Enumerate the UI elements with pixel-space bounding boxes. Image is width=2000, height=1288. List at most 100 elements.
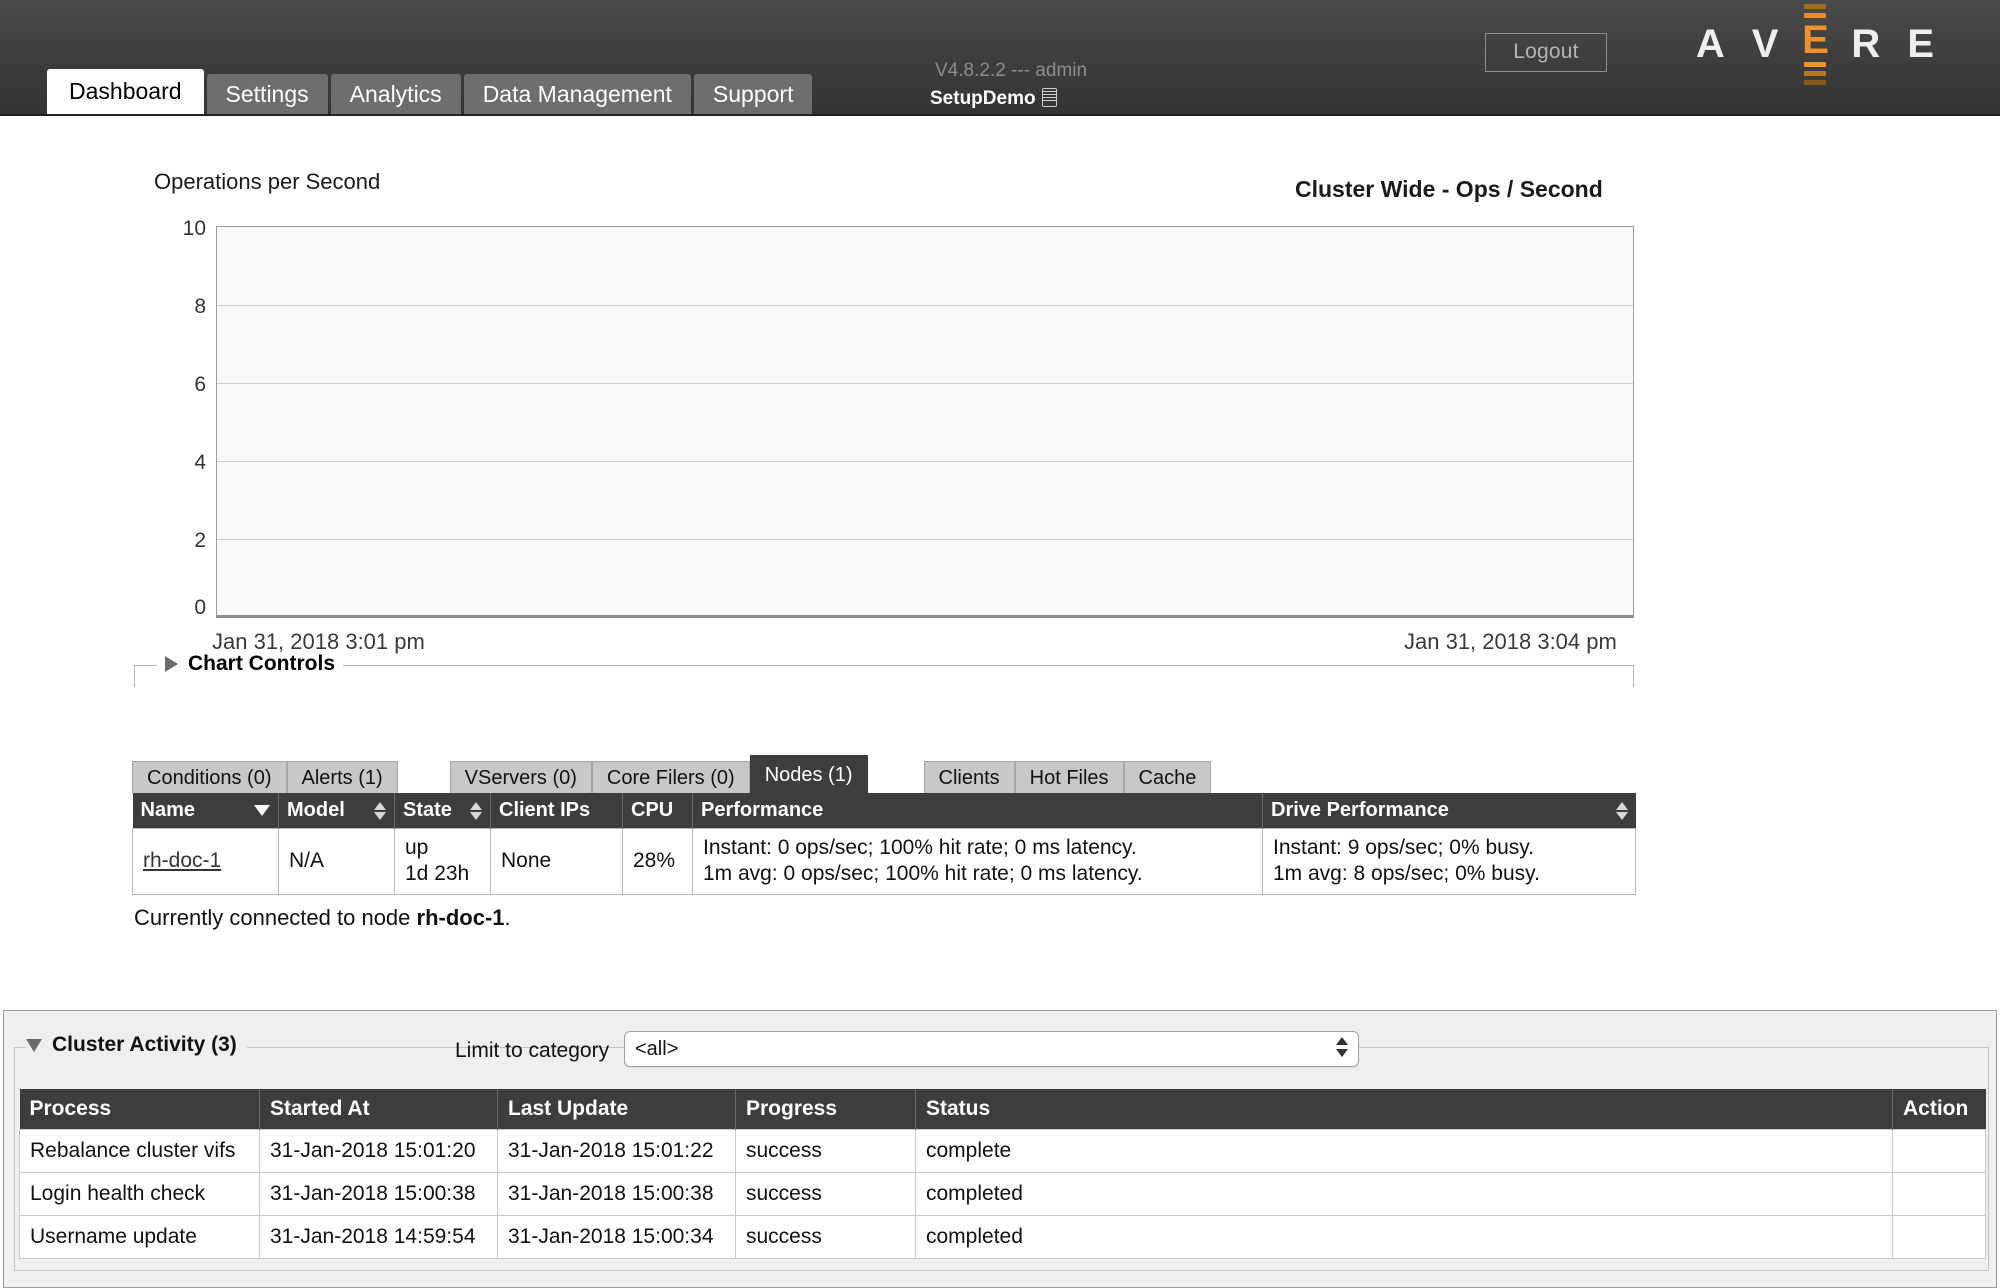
status-tab-strip: Conditions (0) Alerts (1) VServers (0) C…	[132, 755, 1212, 793]
column-header-name[interactable]: Name	[132, 793, 279, 829]
tab-hot-files[interactable]: Hot Files	[1014, 761, 1124, 793]
nav-tab-analytics[interactable]: Analytics	[330, 74, 461, 114]
table-row: Login health check 31-Jan-2018 15:00:38 …	[19, 1172, 1986, 1216]
tab-conditions[interactable]: Conditions (0)	[132, 761, 287, 793]
connected-note-prefix: Currently connected to node	[134, 905, 417, 930]
tab-cache[interactable]: Cache	[1123, 761, 1212, 793]
nav-tab-dashboard[interactable]: Dashboard	[47, 69, 204, 114]
chart-plot-area[interactable]	[216, 226, 1634, 618]
version-and-user: V4.8.2.2 --- admin	[935, 60, 1088, 81]
logo-letter-r: R	[1851, 22, 1882, 66]
logo-bar-4	[1804, 70, 1827, 76]
column-header-cpu[interactable]: CPU	[622, 793, 693, 829]
cell-action[interactable]	[1892, 1129, 1986, 1173]
sort-both-icon	[374, 801, 386, 820]
logo-letter-e2: E	[1907, 22, 1935, 66]
nav-tab-data-management[interactable]: Data Management	[463, 74, 691, 114]
chart-controls-panel: Chart Controls	[134, 652, 1634, 687]
nodes-table: Name Model State Client IPs CPU Performa…	[132, 793, 1636, 895]
cell-progress: success	[735, 1129, 916, 1173]
y-tick-6: 6	[194, 373, 206, 396]
x-axis-end-label: Jan 31, 2018 3:04 pm	[1404, 629, 1617, 654]
app-header: Logout A V E R E V4.8.2.2 --- admin Setu…	[0, 0, 2000, 116]
cell-last-update: 31-Jan-2018 15:01:22	[497, 1129, 736, 1173]
column-header-process[interactable]: Process	[19, 1089, 260, 1130]
chevron-right-icon	[165, 656, 178, 672]
tab-core-filers[interactable]: Core Filers (0)	[591, 761, 750, 793]
table-row: Username update 31-Jan-2018 14:59:54 31-…	[19, 1215, 1986, 1259]
tab-nodes[interactable]: Nodes (1)	[749, 755, 868, 793]
cell-cpu: 28%	[622, 828, 693, 895]
cluster-activity-title: Cluster Activity (3)	[52, 1033, 237, 1056]
column-header-client-ips[interactable]: Client IPs	[490, 793, 623, 829]
column-header-performance[interactable]: Performance	[692, 793, 1263, 829]
cell-last-update: 31-Jan-2018 15:00:34	[497, 1215, 736, 1259]
notes-icon[interactable]	[1041, 88, 1057, 107]
logo-letter-v: V	[1751, 22, 1780, 66]
column-header-action[interactable]: Action	[1892, 1089, 1986, 1130]
connected-note-suffix: .	[504, 905, 511, 930]
category-select-value: <all>	[635, 1038, 679, 1060]
column-header-model[interactable]: Model	[278, 793, 395, 829]
y-tick-2: 2	[194, 529, 206, 552]
nav-tab-settings[interactable]: Settings	[206, 74, 328, 114]
column-header-status[interactable]: Status	[915, 1089, 1893, 1130]
logo-letter-e-accent: E	[1795, 1, 1835, 87]
column-header-last-update[interactable]: Last Update	[497, 1089, 736, 1130]
column-header-state[interactable]: State	[394, 793, 491, 829]
column-header-cpu-label: CPU	[631, 799, 674, 821]
tab-alerts[interactable]: Alerts (1)	[286, 761, 398, 793]
column-header-name-label: Name	[140, 799, 195, 821]
gridline-8	[217, 305, 1633, 306]
cell-action[interactable]	[1892, 1172, 1986, 1216]
performance-1m-avg: 1m avg: 0 ops/sec; 100% hit rate; 0 ms l…	[703, 862, 1143, 886]
cell-process: Rebalance cluster vifs	[19, 1129, 260, 1173]
logo-letter-a: A	[1695, 22, 1726, 66]
logout-button[interactable]: Logout	[1485, 33, 1607, 72]
cluster-activity-panel: Cluster Activity (3) Limit to category <…	[3, 1010, 1997, 1288]
gridline-6	[217, 383, 1633, 384]
connected-node-note: Currently connected to node rh-doc-1.	[134, 905, 511, 931]
cell-drive-performance: Instant: 9 ops/sec; 0% busy. 1m avg: 8 o…	[1262, 828, 1636, 895]
chart-controls-label: Chart Controls	[188, 652, 335, 675]
drive-performance-instant: Instant: 9 ops/sec; 0% busy.	[1273, 836, 1535, 859]
cell-status: completed	[915, 1172, 1893, 1216]
state-value: up	[405, 836, 429, 859]
chart-y-axis-label: Operations per Second	[154, 169, 381, 194]
column-header-drive-performance[interactable]: Drive Performance	[1262, 793, 1636, 829]
node-name-link[interactable]: rh-doc-1	[143, 849, 221, 872]
cluster-name: SetupDemo	[930, 88, 1057, 110]
column-header-drive-performance-label: Drive Performance	[1271, 799, 1449, 821]
logo-letter-e: E	[1802, 17, 1829, 62]
tab-clients[interactable]: Clients	[923, 761, 1015, 793]
y-tick-4: 4	[194, 451, 206, 474]
cell-last-update: 31-Jan-2018 15:00:38	[497, 1172, 736, 1216]
select-stepper-icon	[1336, 1037, 1348, 1057]
category-select[interactable]: <all>	[624, 1031, 1359, 1067]
cluster-activity-toggle[interactable]: Cluster Activity (3)	[26, 1033, 247, 1057]
avere-logo: A V E R E	[1683, 3, 1948, 85]
y-tick-0: 0	[194, 596, 206, 619]
column-header-progress[interactable]: Progress	[735, 1089, 916, 1130]
cluster-activity-table: Process Started At Last Update Progress …	[19, 1089, 1986, 1259]
cell-process: Username update	[19, 1215, 260, 1259]
cell-model: N/A	[278, 828, 395, 895]
sort-descending-icon	[254, 805, 270, 816]
cell-action[interactable]	[1892, 1215, 1986, 1259]
main-nav-tabs: Dashboard Settings Analytics Data Manage…	[47, 69, 815, 114]
column-header-model-label: Model	[287, 799, 345, 821]
logo-bar-5	[1804, 79, 1827, 85]
cell-client-ips: None	[490, 828, 623, 895]
chart-title: Cluster Wide - Ops / Second	[1295, 176, 1603, 202]
y-tick-10: 10	[182, 217, 206, 240]
column-header-performance-label: Performance	[701, 799, 824, 821]
table-row: rh-doc-1 N/A up 1d 23h None 28% Instant:…	[132, 828, 1636, 895]
chart-controls-toggle[interactable]: Chart Controls	[157, 652, 343, 676]
cell-progress: success	[735, 1172, 916, 1216]
column-header-started-at[interactable]: Started At	[259, 1089, 498, 1130]
nav-tab-support[interactable]: Support	[693, 74, 813, 114]
cell-status: completed	[915, 1215, 1893, 1259]
column-header-client-ips-label: Client IPs	[499, 799, 591, 821]
logo-bar-2	[1804, 12, 1827, 18]
tab-vservers[interactable]: VServers (0)	[449, 761, 592, 793]
